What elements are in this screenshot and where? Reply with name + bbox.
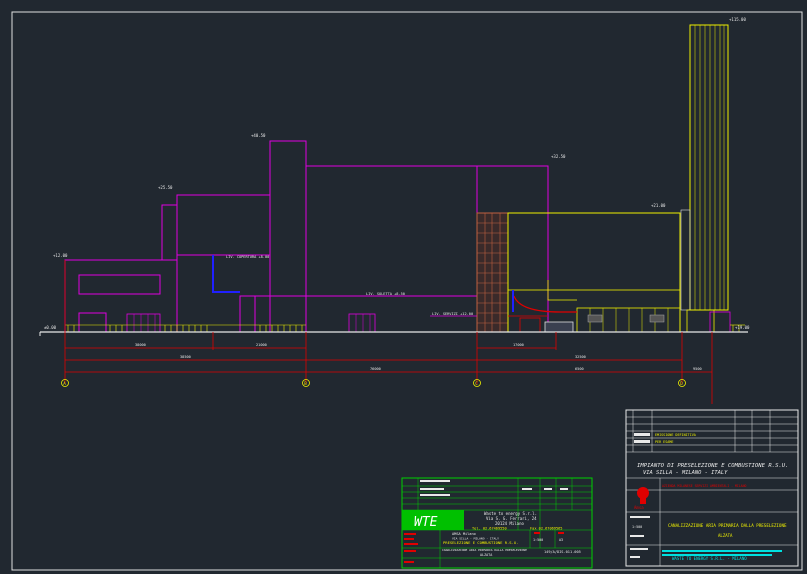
company-fax: Fax 02.67069565 xyxy=(530,527,562,531)
vehicle-2 xyxy=(348,313,376,333)
fan-unit xyxy=(544,321,574,333)
main-title-line2: VIA SILLA - MILANO - ITALY xyxy=(643,470,728,476)
view-right: ALZATA xyxy=(718,533,733,538)
air-duct xyxy=(513,295,577,313)
dim-1: 38000 xyxy=(135,343,146,347)
tower-block xyxy=(269,140,307,333)
wte-logo: WTE xyxy=(414,515,438,530)
dim-7: 9500 xyxy=(693,367,702,371)
left-window-band xyxy=(78,274,161,295)
company-line3: 20124 Milano xyxy=(495,521,524,526)
footer-right: WASTE TO ENERGY S.R.L. - MILANO xyxy=(672,556,747,561)
dim-5: 76000 xyxy=(370,367,381,371)
dim-4: 17000 xyxy=(513,343,524,347)
title-block-left: WTE Waste to energy S.r.l. Via S. G. Fer… xyxy=(401,477,593,569)
chimney-stack xyxy=(689,24,729,311)
floor-label-main: LIV. SOLETTA +8.50 xyxy=(366,292,405,296)
floor-label-mid: LIV. SERVIZI +12.00 xyxy=(432,312,473,316)
project-title-left: PRESELEZIONE E COMBUSTIONE R.S.U. xyxy=(443,540,518,545)
rev-row-2: PER ESAME xyxy=(655,440,673,444)
amsa-logo: Amsa xyxy=(634,487,649,510)
elevation-drawing: +115.00 +40.50 +32.50 +25.50 +12.00 +21.… xyxy=(11,11,803,571)
hall-upper-box xyxy=(476,165,549,214)
elev-roof: +19.00 xyxy=(735,325,750,330)
axis-a: A xyxy=(63,381,66,386)
elev-right-top: +21.00 xyxy=(651,203,666,208)
elev-hall-top: +32.50 xyxy=(551,154,566,159)
rev-row-1: EMISSIONE DEFINITIVA xyxy=(655,433,696,437)
dim-3: 38500 xyxy=(180,355,191,359)
chimney-lines xyxy=(694,25,725,310)
elev-low-top: +12.00 xyxy=(53,253,68,258)
elev-block-top: +25.50 xyxy=(158,185,173,190)
boiler-building xyxy=(507,212,681,333)
main-hall xyxy=(305,165,549,333)
scale-left: 1:500 xyxy=(533,538,543,542)
elev-zero: ±0.00 xyxy=(44,325,57,330)
elev-chimney-top: +115.00 xyxy=(729,17,746,22)
drawing-no-left: 149/A/DIS.011.005 xyxy=(544,550,581,554)
client-subline: AZIENDA MILANESE SERVIZI AMBIENTALI - MI… xyxy=(662,484,747,488)
elevation-markers: +115.00 +40.50 +32.50 +25.50 +12.00 +21.… xyxy=(44,17,750,330)
axis-b: B xyxy=(304,381,307,386)
main-title-line1: IMPIANTO DI PRESELEZIONE E COMBUSTIONE R… xyxy=(637,463,789,469)
axis-c: C xyxy=(475,381,478,386)
sheet-left: A3 xyxy=(559,538,563,542)
company-phone: Tel. 02.67469550 xyxy=(472,527,507,531)
dim-8: 6500 xyxy=(575,367,584,371)
building-elevation xyxy=(39,24,748,336)
mid-block-lower xyxy=(176,254,271,333)
dim-2: 21000 xyxy=(256,343,267,347)
blue-duct xyxy=(212,255,240,293)
mid-block-upper xyxy=(176,194,271,256)
dim-6: 32500 xyxy=(575,355,586,359)
scale-right: 1:500 xyxy=(632,525,642,529)
elev-tower-top: +40.50 xyxy=(251,133,266,138)
grid-axes: A B C D xyxy=(61,379,686,387)
cad-drawing-viewport: +115.00 +40.50 +32.50 +25.50 +12.00 +21.… xyxy=(0,0,807,574)
floor-label-upper: LIV. COPERTURA +8.00 xyxy=(226,255,269,259)
left-door xyxy=(78,312,107,333)
fence xyxy=(65,324,745,332)
axis-d: D xyxy=(680,381,683,386)
subject-right: CANALIZZAZIONE ARIA PRIMARIA DALLA PRESE… xyxy=(668,523,787,528)
stair-tower xyxy=(476,212,509,333)
subject-left: CANALIZZAZIONE ARIA PRIMARIA DALLA PRESE… xyxy=(442,548,527,552)
view-left: ALZATA xyxy=(480,553,492,557)
title-block-right: EMISSIONE DEFINITIVA PER ESAME IMPIANTO … xyxy=(625,409,799,567)
amsa-logo-text: Amsa xyxy=(634,505,644,510)
client-name-left: AMSA Milano xyxy=(452,532,476,536)
dimension-values: 38000 21000 38500 17000 76000 32500 9500… xyxy=(135,343,702,371)
